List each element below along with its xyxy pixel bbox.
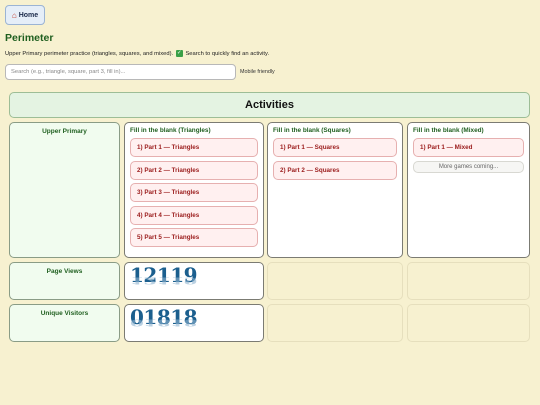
activity-link-triangles-3[interactable]: 3) Part 3 — Triangles <box>130 183 258 202</box>
unique-visitors-counter: 01818 01818 <box>130 307 210 341</box>
activity-link-triangles-4[interactable]: 4) Part 4 — Triangles <box>130 205 258 225</box>
activity-link-squares-2[interactable]: 2) Part 2 — Squares <box>273 160 397 180</box>
home-button[interactable]: ⌂ Home <box>5 5 45 25</box>
intro-text: Upper Primary perimeter practice (triang… <box>5 50 269 57</box>
activities-header: Activities <box>9 92 530 118</box>
more-games-button: More games coming... <box>413 160 524 173</box>
mobile-friendly-note: Mobile friendly <box>240 69 275 75</box>
empty-cell <box>267 262 403 300</box>
column-title: Fill in the blank (Mixed) <box>413 127 484 134</box>
column-squares: Fill in the blank (Squares) 1) Part 1 — … <box>267 122 403 258</box>
house-icon: ⌂ <box>11 10 17 20</box>
column-mixed: Fill in the blank (Mixed) 1) Part 1 — Mi… <box>407 122 530 258</box>
activity-link-mixed-1[interactable]: 1) Part 1 — Mixed <box>413 138 524 157</box>
column-triangles: Fill in the blank (Triangles) 1) Part 1 … <box>124 122 264 258</box>
unique-visitors-reflection: 01818 <box>130 317 198 328</box>
page-views-counter-cell: 12119 12119 <box>124 262 264 300</box>
home-label: Home <box>18 11 39 19</box>
unique-visitors-label-cell: Unique Visitors <box>9 304 120 342</box>
page-title: Perimeter <box>5 32 54 44</box>
empty-cell <box>407 304 530 342</box>
column-title: Fill in the blank (Squares) <box>273 127 351 134</box>
unique-visitors-label: Unique Visitors <box>40 310 89 317</box>
page-views-label: Page Views <box>46 268 83 275</box>
activity-link-triangles-5[interactable]: 5) Part 5 — Triangles <box>130 228 258 247</box>
intro-text-before: Upper Primary perimeter practice (triang… <box>5 51 174 58</box>
empty-cell <box>267 304 403 342</box>
intro-text-after: Search to quickly find an activity. <box>185 51 270 58</box>
activity-link-squares-1[interactable]: 1) Part 1 — Squares <box>273 138 397 157</box>
search-input[interactable] <box>5 64 236 80</box>
check-icon: ✓ <box>175 50 183 57</box>
unique-visitors-counter-cell: 01818 01818 <box>124 304 264 342</box>
page-views-counter: 12119 12119 <box>130 265 210 299</box>
activity-link-triangles-1[interactable]: 1) Part 1 — Triangles <box>130 138 258 157</box>
level-label: Upper Primary <box>42 128 87 135</box>
page-views-reflection: 12119 <box>130 275 198 286</box>
level-label-cell: Upper Primary <box>9 122 120 258</box>
empty-cell <box>407 262 530 300</box>
column-title: Fill in the blank (Triangles) <box>130 127 211 134</box>
activity-link-triangles-2[interactable]: 2) Part 2 — Triangles <box>130 160 258 180</box>
page-views-label-cell: Page Views <box>9 262 120 300</box>
